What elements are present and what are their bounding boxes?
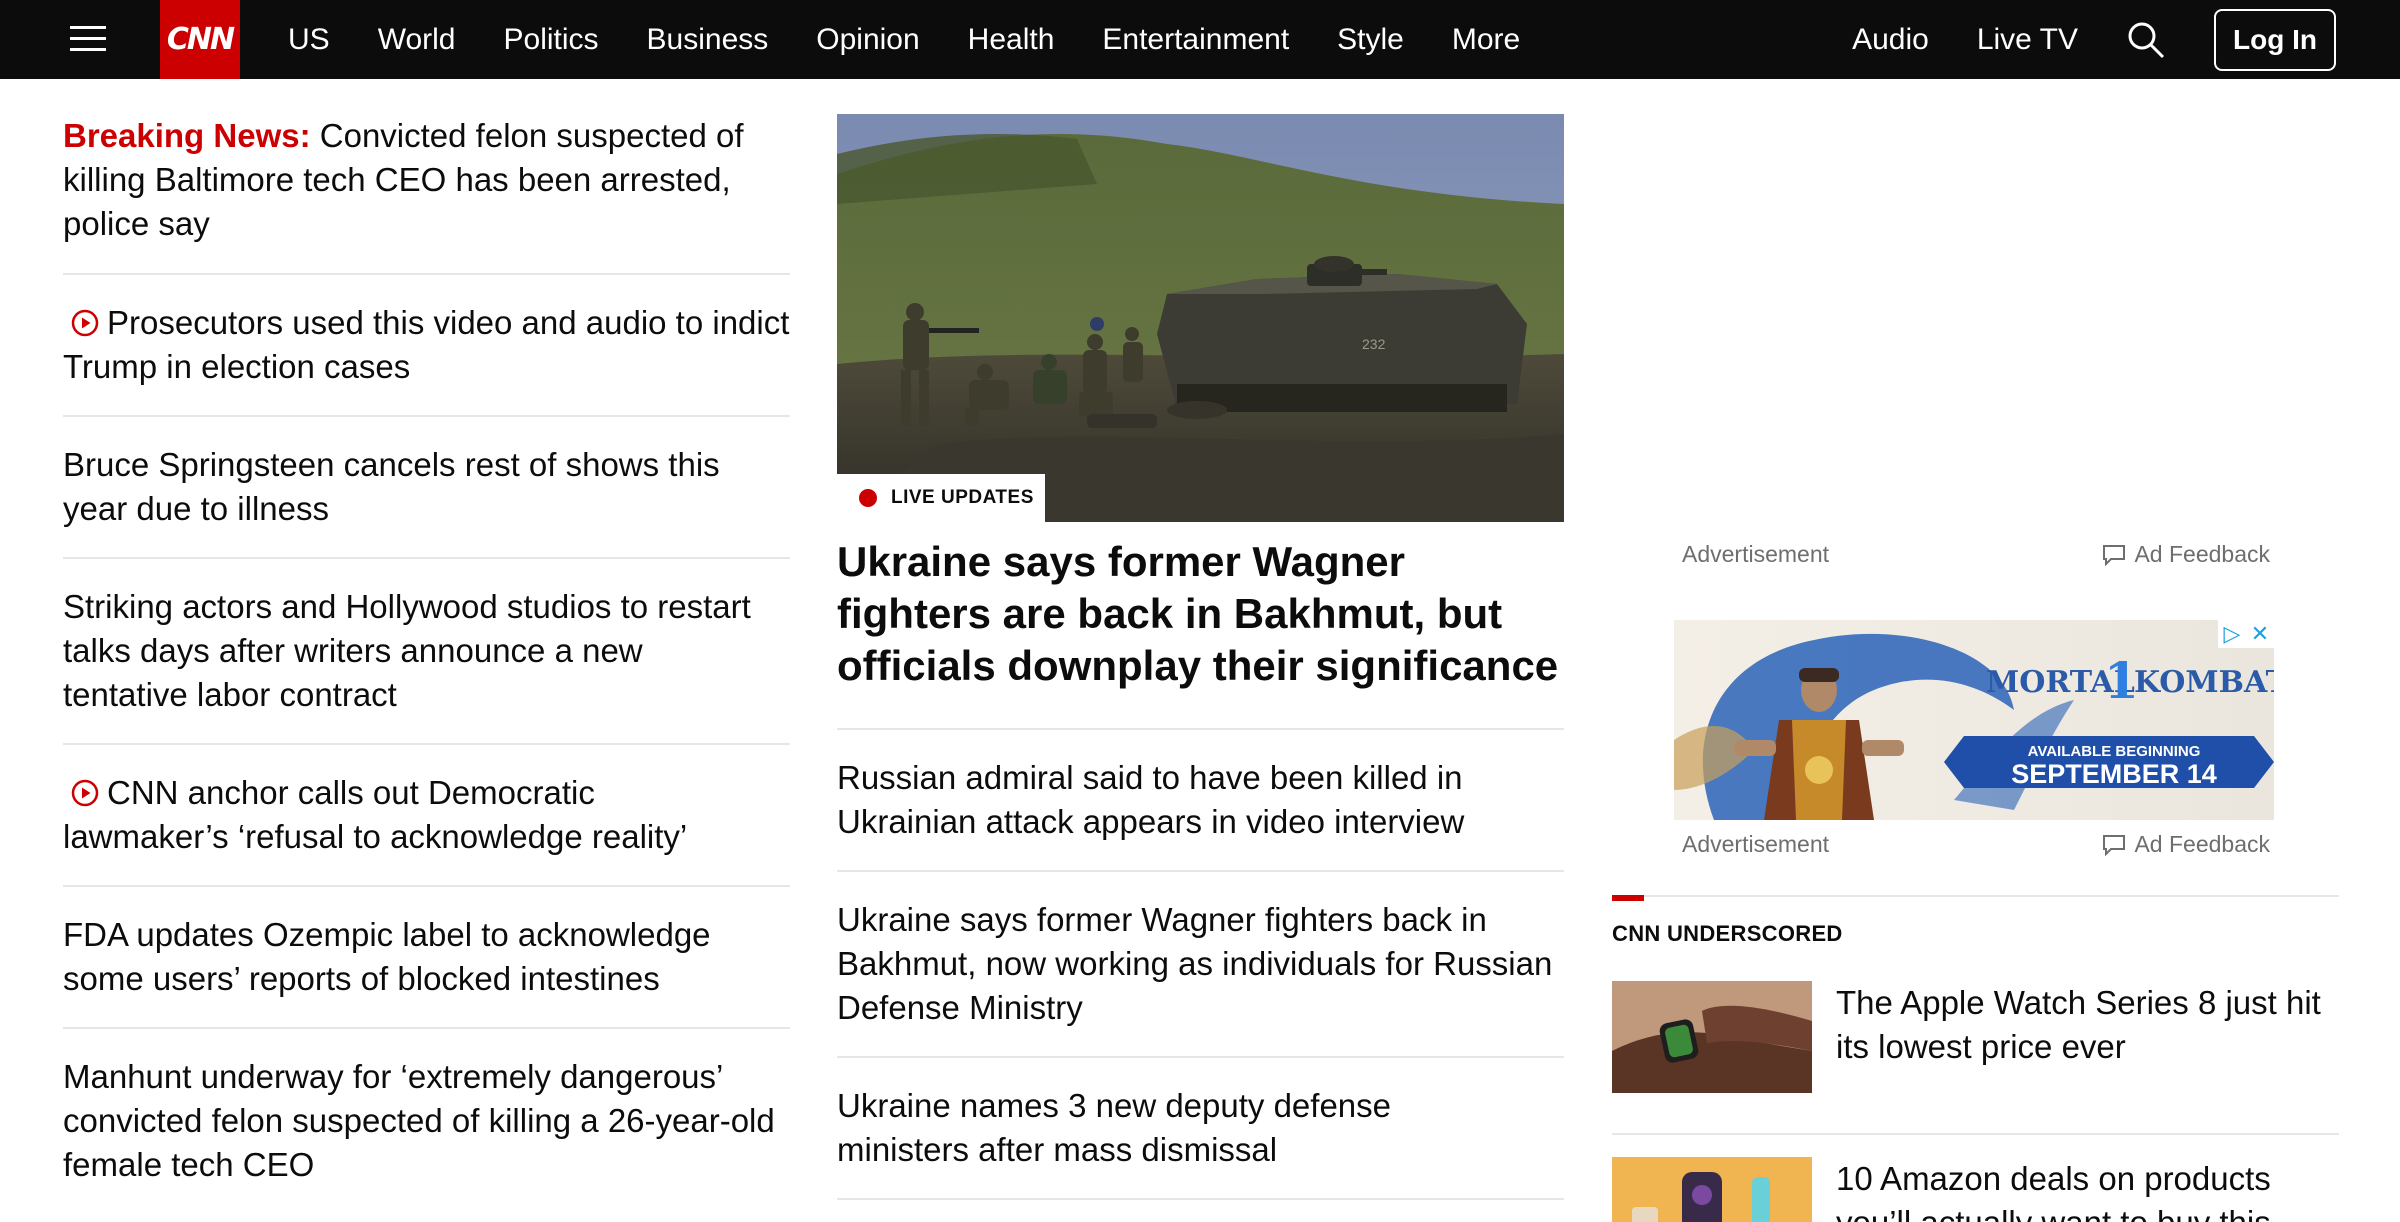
ad-banner[interactable]: MORTAL 1 KOMBAT AVAILABLE BEGINNING SEPT… xyxy=(1674,620,2274,820)
ad-feedback-label: Ad Feedback xyxy=(2134,831,2270,857)
apple-watch-thumbnail[interactable] xyxy=(1612,981,1812,1093)
login-button[interactable]: Log In xyxy=(2214,8,2336,71)
nav-link-audio[interactable]: Audio xyxy=(1852,23,1929,57)
video-play-icon xyxy=(71,779,99,807)
list-item[interactable]: Ukraine names 3 new deputy defense minis… xyxy=(837,1058,1564,1200)
top-nav: CNN US World Politics Business Opinion H… xyxy=(0,0,2400,79)
ad-feedback-link[interactable]: Ad Feedback xyxy=(2102,831,2270,858)
nav-link-opinion[interactable]: Opinion xyxy=(816,23,919,57)
amazon-deals-image xyxy=(1612,1157,1812,1222)
underscored-item[interactable]: 10 Amazon deals on products you’ll actua… xyxy=(1612,1157,2339,1222)
live-updates-label: LIVE UPDATES xyxy=(891,487,1034,508)
underscored-item[interactable]: The Apple Watch Series 8 just hit its lo… xyxy=(1612,981,2339,1093)
lead-headline[interactable]: Ukraine says former Wagner fighters are … xyxy=(837,536,1564,730)
live-updates-badge: LIVE UPDATES xyxy=(837,474,1045,522)
hero-image[interactable]: 232 LIVE UPDATES xyxy=(837,114,1564,522)
feedback-icon xyxy=(2103,544,2126,566)
underscored-item-text: The Apple Watch Series 8 just hit its lo… xyxy=(1836,984,2321,1065)
lead-story: 232 LIVE UPDATES Ukraine says former Wag… xyxy=(837,114,1564,1200)
nav-link-entertainment[interactable]: Entertainment xyxy=(1102,23,1289,57)
list-item-text: CNN anchor calls out Democratic lawmaker… xyxy=(63,774,688,855)
list-item-text: Bruce Springsteen cancels rest of shows … xyxy=(63,446,720,527)
list-item[interactable]: Russian admiral said to have been killed… xyxy=(837,730,1564,872)
list-item[interactable]: FDA updates Ozempic label to acknowledge… xyxy=(63,885,790,1027)
apple-watch-image xyxy=(1612,981,1812,1093)
nav-link-style[interactable]: Style xyxy=(1337,23,1404,57)
logo-text: CNN xyxy=(166,22,235,57)
left-headline-list: Breaking News: Convicted felon suspected… xyxy=(63,114,790,1213)
nav-links: US World Politics Business Opinion Healt… xyxy=(288,0,1568,79)
ad-feedback-label: Ad Feedback xyxy=(2134,541,2270,567)
advertisement-label: Advertisement xyxy=(1682,831,1830,857)
list-item-text: Manhunt underway for ‘extremely dangerou… xyxy=(63,1058,775,1183)
video-play-icon xyxy=(71,309,99,337)
list-item[interactable]: CNN anchor calls out Democratic lawmaker… xyxy=(63,743,790,885)
list-item[interactable]: Manhunt underway for ‘extremely dangerou… xyxy=(63,1027,790,1213)
cnn-underscored-section: CNN UNDERSCORED The Apple Watch Series 8… xyxy=(1612,895,2339,1222)
menu-icon[interactable] xyxy=(70,22,106,54)
nav-link-live-tv[interactable]: Live TV xyxy=(1977,23,2078,57)
ad-choices-icon[interactable]: ▷ xyxy=(2218,620,2246,648)
breaking-news-label: Breaking News: xyxy=(63,117,311,154)
divider xyxy=(1612,1133,2339,1135)
list-item[interactable]: Striking actors and Hollywood studios to… xyxy=(63,557,790,743)
nav-link-world[interactable]: World xyxy=(378,23,456,57)
ad-feedback-link[interactable]: Ad Feedback xyxy=(2102,541,2270,568)
ad-close-icon[interactable]: ✕ xyxy=(2246,620,2274,648)
ad-subtitle: AVAILABLE BEGINNING xyxy=(2028,743,2201,760)
advertisement-label: Advertisement xyxy=(1682,541,1830,567)
ad-label-row-bottom: Advertisement Ad Feedback xyxy=(1682,831,2270,858)
vehicle-number: 232 xyxy=(1362,336,1386,352)
live-dot-icon xyxy=(859,489,877,507)
list-item[interactable]: Prosecutors used this video and audio to… xyxy=(63,273,790,415)
ad-label-row-top: Advertisement Ad Feedback xyxy=(1682,541,2270,568)
nav-link-business[interactable]: Business xyxy=(647,23,769,57)
ad-banner-art: MORTAL 1 KOMBAT AVAILABLE BEGINNING SEPT… xyxy=(1674,620,2274,820)
hero-photo: 232 xyxy=(837,114,1564,522)
list-item-text: Striking actors and Hollywood studios to… xyxy=(63,588,751,713)
ad-title-text-2: KOMBAT xyxy=(2134,665,2274,700)
nav-link-more[interactable]: More xyxy=(1452,23,1520,57)
search-icon[interactable] xyxy=(2126,20,2166,60)
section-accent-bar xyxy=(1612,895,1644,901)
underscored-item-text: 10 Amazon deals on products you’ll actua… xyxy=(1836,1160,2271,1222)
nav-link-us[interactable]: US xyxy=(288,23,330,57)
ad-choices[interactable]: ▷ ✕ xyxy=(2218,620,2274,648)
cnn-logo[interactable]: CNN xyxy=(160,0,240,79)
nav-link-health[interactable]: Health xyxy=(968,23,1055,57)
nav-link-politics[interactable]: Politics xyxy=(504,23,599,57)
breaking-news-item[interactable]: Breaking News: Convicted felon suspected… xyxy=(63,114,790,273)
feedback-icon xyxy=(2103,834,2126,856)
nav-right: Audio Live TV Log In xyxy=(1852,0,2400,79)
list-item-text: FDA updates Ozempic label to acknowledge… xyxy=(63,916,711,997)
list-item[interactable]: Bruce Springsteen cancels rest of shows … xyxy=(63,415,790,557)
section-title: CNN UNDERSCORED xyxy=(1612,921,1843,946)
amazon-deals-thumbnail[interactable] xyxy=(1612,1157,1812,1222)
ad-date: SEPTEMBER 14 xyxy=(2011,759,2217,789)
list-item[interactable]: Ukraine says former Wagner fighters back… xyxy=(837,872,1564,1058)
list-item-text: Prosecutors used this video and audio to… xyxy=(63,304,790,385)
